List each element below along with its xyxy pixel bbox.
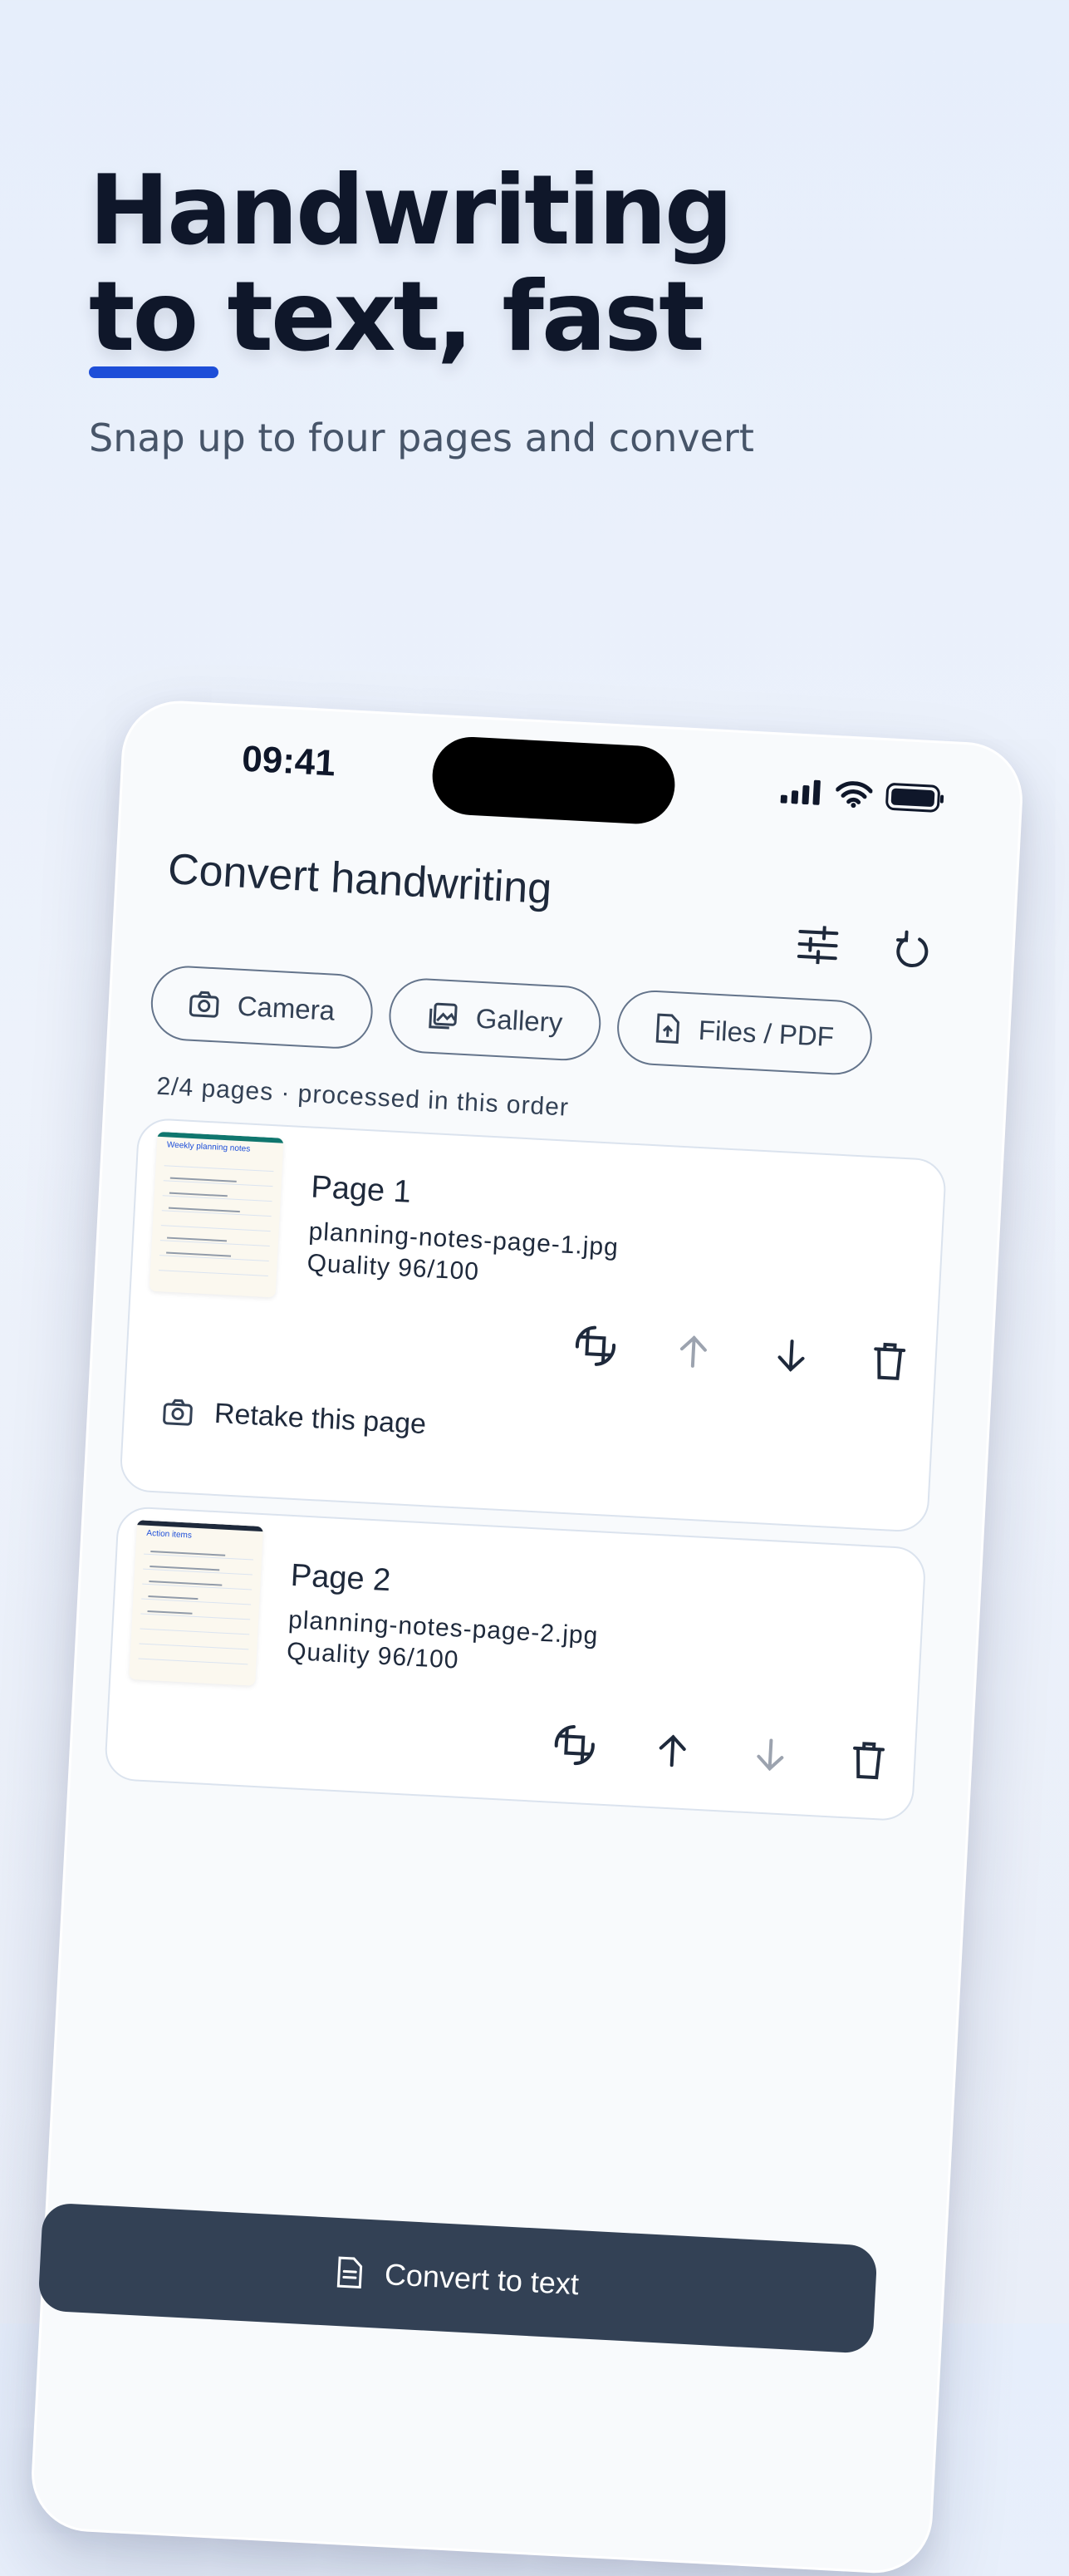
page-actions xyxy=(570,1320,914,1386)
headline-line-2: to text, fast xyxy=(89,261,705,373)
gallery-icon xyxy=(429,1002,458,1030)
arrow-up-icon xyxy=(659,1734,686,1767)
gallery-label: Gallery xyxy=(474,1002,564,1039)
document-icon xyxy=(336,2256,363,2289)
thumbnail-title: Action items xyxy=(146,1528,193,1541)
status-icons xyxy=(780,777,946,814)
move-up-button[interactable] xyxy=(647,1725,698,1776)
page-title: Page 1 xyxy=(310,1169,412,1210)
convert-label: Convert to text xyxy=(384,2257,580,2302)
gallery-chip[interactable]: Gallery xyxy=(387,976,603,1063)
arrow-down-icon xyxy=(777,1340,805,1372)
arrow-up-icon xyxy=(679,1335,707,1368)
retake-label: Retake this page xyxy=(213,1397,427,1441)
camera-icon xyxy=(163,1399,193,1426)
crop-rotate-button[interactable] xyxy=(549,1720,600,1771)
status-time: 09:41 xyxy=(241,738,337,784)
move-down-button[interactable] xyxy=(766,1331,816,1382)
arrow-down-icon xyxy=(757,1738,784,1772)
settings-sliders-icon[interactable] xyxy=(793,921,842,970)
pages-meta: 2/4 pages · processed in this order xyxy=(155,1072,570,1122)
delete-button[interactable] xyxy=(843,1735,894,1786)
source-chips: Camera Gallery Files / PDF xyxy=(149,964,875,1077)
app-title: Convert handwriting xyxy=(166,845,553,914)
camera-icon xyxy=(189,991,219,1018)
trash-icon xyxy=(853,1742,885,1780)
page-actions xyxy=(549,1720,893,1786)
signal-icon xyxy=(780,779,821,805)
page-card: Weekly planning notes Page 1 planning-no… xyxy=(119,1117,948,1533)
wifi-icon xyxy=(835,781,873,809)
thumbnail-title: Weekly planning notes xyxy=(166,1140,251,1154)
headline-line-1: Handwriting xyxy=(89,155,733,267)
phone-mockup: 09:41 Convert handwriting Camera Gallery… xyxy=(28,698,1026,2576)
page-quality: Quality 96/100 xyxy=(306,1249,480,1286)
reset-icon[interactable] xyxy=(888,926,937,975)
trash-icon xyxy=(874,1342,906,1380)
crop-rotate-icon xyxy=(554,1725,595,1766)
files-pdf-chip[interactable]: Files / PDF xyxy=(615,988,875,1077)
move-down-button[interactable] xyxy=(745,1730,796,1781)
page-title: Page 2 xyxy=(289,1557,392,1599)
convert-to-text-button[interactable]: Convert to text xyxy=(37,2202,878,2354)
file-upload-icon xyxy=(655,1013,679,1044)
hero-subtitle: Snap up to four pages and convert xyxy=(89,415,754,460)
camera-chip[interactable]: Camera xyxy=(149,964,375,1051)
page-thumbnail[interactable]: Action items xyxy=(129,1520,264,1686)
hero-headline: Handwriting to text, fast xyxy=(89,155,733,373)
dynamic-island xyxy=(430,735,677,826)
files-pdf-label: Files / PDF xyxy=(697,1014,835,1053)
page-quality: Quality 96/100 xyxy=(286,1637,460,1674)
page-thumbnail[interactable]: Weekly planning notes xyxy=(149,1131,284,1298)
delete-button[interactable] xyxy=(864,1336,915,1387)
battery-icon xyxy=(885,783,944,813)
retake-page-button[interactable]: Retake this page xyxy=(162,1395,427,1442)
crop-rotate-icon xyxy=(575,1325,616,1366)
page-card: Action items Page 2 planning-notes-page-… xyxy=(103,1505,927,1822)
move-up-button[interactable] xyxy=(668,1325,718,1376)
camera-label: Camera xyxy=(236,990,336,1026)
crop-rotate-button[interactable] xyxy=(570,1320,620,1371)
headline-underline xyxy=(89,366,218,378)
